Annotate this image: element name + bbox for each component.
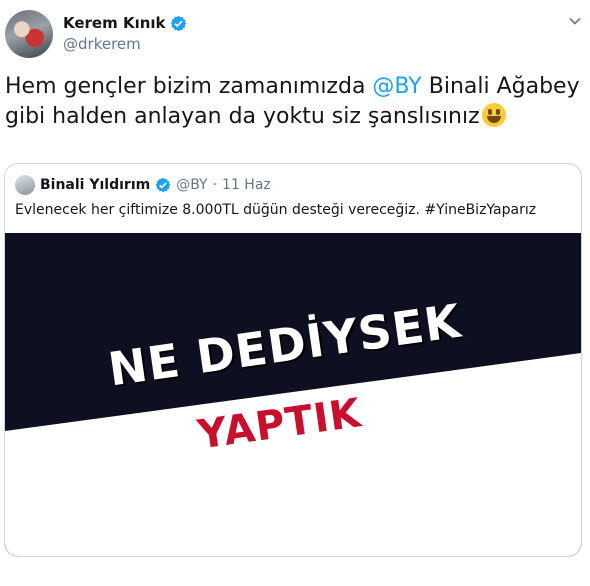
fullscreen-icon[interactable] [546, 524, 568, 546]
video-frame-background [5, 233, 581, 556]
mention-link[interactable]: @BY [372, 74, 421, 99]
quoted-tweet-card[interactable]: Binali Yıldırım @BY · 11 Haz Evlenecek h… [4, 163, 582, 557]
tweet-text-part: Hem gençler bizim zamanımızda [5, 74, 373, 99]
tweet-text: Hem gençler bizim zamanımızda @BY Binali… [5, 72, 583, 132]
verified-badge-icon [155, 177, 171, 193]
author-avatar[interactable] [5, 10, 53, 58]
quoted-author-name: Binali Yıldırım [40, 177, 151, 193]
quoted-tweet-header: Binali Yıldırım @BY · 11 Haz [15, 175, 271, 195]
author-name-row: Kerem Kınık [63, 14, 187, 32]
quoted-tweet-text: Evlenecek her çiftimize 8.000TL düğün de… [15, 202, 537, 218]
video-progress-fill [19, 505, 92, 508]
play-icon[interactable] [21, 524, 41, 546]
quoted-author-handle: @BY [176, 177, 208, 193]
video-player[interactable]: NE DEDİYSEK YAPTIK 0:02 / 0:15 [5, 233, 581, 556]
meta-separator: · [212, 177, 218, 193]
quoted-tweet-date: 11 Haz [222, 177, 271, 193]
author-name[interactable]: Kerem Kınık [63, 14, 166, 32]
grinning-face-emoji-icon [481, 103, 506, 127]
quoted-author-avatar [15, 175, 35, 195]
verified-badge-icon [170, 15, 186, 31]
video-time: 0:02 / 0:15 [425, 528, 497, 543]
video-progress-bar[interactable] [19, 505, 567, 508]
volume-muted-icon[interactable] [507, 523, 533, 547]
chevron-down-icon[interactable] [568, 14, 582, 28]
author-handle[interactable]: @drkerem [63, 35, 141, 53]
